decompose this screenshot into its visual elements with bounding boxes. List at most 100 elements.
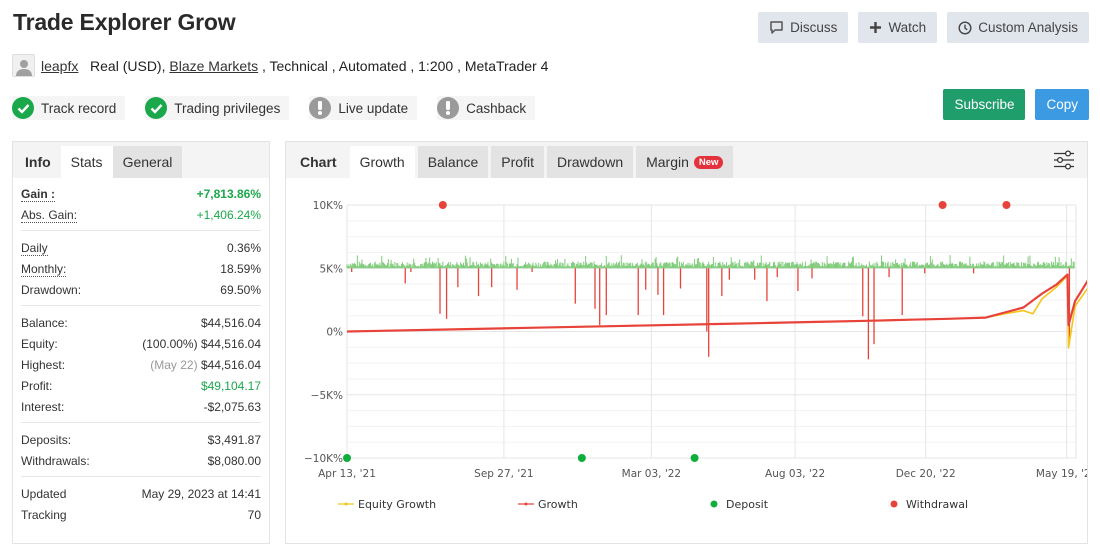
series-line-equity-growth <box>346 275 1087 349</box>
deposit-marker <box>690 454 699 462</box>
y-tick-label: −10K% <box>304 453 343 465</box>
exclamation-icon <box>437 97 460 119</box>
tab-margin[interactable]: Margin New <box>636 146 734 178</box>
system-info: , Technical , Automated , 1:200 , MetaTr… <box>258 57 549 74</box>
updated-label: Updated <box>21 486 67 501</box>
page-title: Trade Explorer Grow <box>13 9 236 35</box>
stats-tabs: Info Stats General <box>13 142 269 178</box>
legend-item[interactable]: Equity Growth <box>338 498 436 511</box>
legend-swatch <box>710 500 718 508</box>
watch-label: Watch <box>888 20 927 35</box>
y-tick-label: −5K% <box>311 390 343 402</box>
user-icon <box>15 60 32 76</box>
gain-label[interactable]: Gain : <box>21 186 56 202</box>
abs-gain-label[interactable]: Abs. Gain: <box>21 207 78 223</box>
broker-link[interactable]: Blaze Markets <box>169 58 258 74</box>
equity-value: $44,516.04 <box>200 336 261 351</box>
badge-label: Track record <box>41 100 117 116</box>
deposit-marker <box>577 454 586 462</box>
stats-body: Gain : +7,813.86% Abs. Gain: +1,406.24% … <box>13 178 269 525</box>
badge-track-record[interactable]: Track record <box>12 96 126 120</box>
badge-label: Live update <box>338 100 409 116</box>
stat-monthly: Monthly: 18.59% <box>21 258 261 279</box>
balance-value: $44,516.04 <box>200 315 261 330</box>
withdrawal-marker <box>1002 201 1011 209</box>
legend-swatch-dot <box>344 502 348 506</box>
legend-item[interactable]: Growth <box>518 498 578 511</box>
check-icon <box>12 97 34 119</box>
discuss-button[interactable]: Discuss <box>758 12 849 43</box>
legend-item[interactable]: Withdrawal <box>890 498 969 511</box>
custom-analysis-button[interactable]: Custom Analysis <box>947 12 1089 43</box>
profit-label: Profit: <box>21 378 53 393</box>
copy-button[interactable]: Copy <box>1035 89 1089 120</box>
clock-icon <box>958 20 972 35</box>
x-tick-label: Dec 20, '22 <box>896 468 956 480</box>
settings-sliders-icon[interactable] <box>1053 150 1075 175</box>
x-tick-label: Sep 27, '21 <box>474 468 533 480</box>
updated-value: May 29, 2023 at 14:41 <box>141 486 261 501</box>
x-tick-label: May 19, '23 <box>1036 468 1087 480</box>
daily-bars <box>346 255 1075 360</box>
withdrawals-label: Withdrawals: <box>21 453 90 468</box>
user-link[interactable]: leapfx <box>41 58 78 74</box>
check-icon <box>145 97 168 119</box>
badge-label: Cashback <box>466 100 527 116</box>
badge-live-update[interactable]: Live update <box>309 96 418 120</box>
new-badge: New <box>693 155 724 169</box>
tab-profit[interactable]: Profit <box>491 146 544 178</box>
interest-value: -$2,075.63 <box>203 399 261 414</box>
stat-daily: Daily 0.36% <box>21 237 261 258</box>
comment-icon <box>769 20 784 35</box>
stat-highest: Highest: (May 22) $44,516.04 <box>21 354 261 375</box>
tab-general[interactable]: General <box>112 146 183 178</box>
legend-item[interactable]: Deposit <box>710 498 769 511</box>
legend-label: Equity Growth <box>358 498 436 511</box>
avatar[interactable] <box>12 54 35 77</box>
x-axis-ticks: Apr 13, '21 Sep 27, '21 Mar 03, '22 Aug 03,… <box>318 468 1087 480</box>
drawdown-label: Drawdown: <box>21 282 82 297</box>
tab-info[interactable]: Info <box>15 146 61 178</box>
chart-title: Chart <box>300 154 337 170</box>
x-tick-label: Aug 03, '22 <box>765 468 825 480</box>
daily-value: 0.36% <box>226 240 261 255</box>
growth-chart[interactable]: 10K% 5K% 0% −5K% −10K% Apr 13, '21 Sep 27, '2… <box>286 178 1087 543</box>
badge-trading-privileges[interactable]: Trading privileges <box>145 96 290 120</box>
stat-balance: Balance: $44,516.04 <box>21 312 261 333</box>
x-tick-label: Mar 03, '22 <box>622 468 681 480</box>
monthly-label[interactable]: Monthly: <box>21 261 67 277</box>
chart-panel: Chart Growth Balance Profit Drawdown Mar… <box>285 141 1088 544</box>
deposits-value: $3,491.87 <box>207 432 261 447</box>
tab-balance[interactable]: Balance <box>417 146 489 178</box>
daily-label[interactable]: Daily <box>21 240 48 256</box>
badge-cashback[interactable]: Cashback <box>437 96 536 120</box>
legend-label: Growth <box>538 498 578 511</box>
tab-growth[interactable]: Growth <box>349 146 415 178</box>
y-tick-label: 5K% <box>319 263 343 275</box>
custom-analysis-label: Custom Analysis <box>978 20 1078 35</box>
stat-interest: Interest: -$2,075.63 <box>21 396 261 417</box>
legend-label: Deposit <box>726 498 769 511</box>
withdrawal-marker <box>938 201 947 209</box>
deposit-marker <box>343 454 351 462</box>
y-tick-label: 10K% <box>313 200 343 212</box>
interest-label: Interest: <box>21 399 65 414</box>
subscribe-button[interactable]: Subscribe <box>943 89 1026 120</box>
stat-deposits: Deposits: $3,491.87 <box>21 429 261 450</box>
verification-badges: Track record Trading privileges Live upd… <box>12 96 536 120</box>
tracking-value: 70 <box>247 507 261 522</box>
highest-label: Highest: <box>21 357 66 372</box>
divider <box>21 230 261 231</box>
top-actions: Discuss Watch Custom Analysis <box>758 12 1089 43</box>
badge-label: Trading privileges <box>174 100 281 116</box>
chart-tabs: Chart Growth Balance Profit Drawdown Mar… <box>286 142 1087 178</box>
divider <box>21 422 261 423</box>
equity-percent: (100.00%) <box>142 336 198 351</box>
y-axis-ticks: 10K% 5K% 0% −5K% −10K% <box>304 200 343 465</box>
tab-stats[interactable]: Stats <box>60 146 113 178</box>
balance-label: Balance: <box>21 315 68 330</box>
tab-margin-label: Margin <box>646 154 689 170</box>
watch-button[interactable]: Watch <box>858 12 938 43</box>
tab-drawdown[interactable]: Drawdown <box>546 146 634 178</box>
highest-date: (May 22) <box>150 357 198 372</box>
